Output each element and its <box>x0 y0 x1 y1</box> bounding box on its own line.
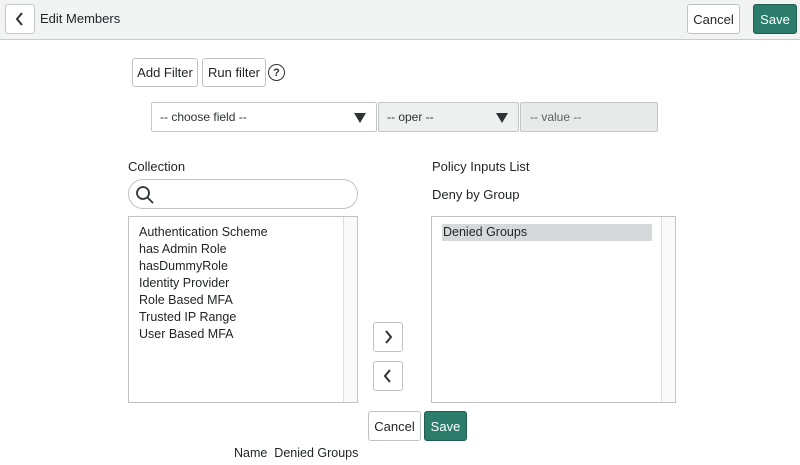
choose-field-select[interactable]: -- choose field -- <box>151 102 377 132</box>
name-field: Name Denied Groups <box>234 446 358 460</box>
value-input[interactable]: -- value -- <box>520 102 658 132</box>
operator-value: -- oper -- <box>387 110 434 124</box>
collection-list-item[interactable]: User Based MFA <box>129 326 357 343</box>
dropdown-arrow-icon <box>354 113 366 123</box>
header-cancel-button[interactable]: Cancel <box>687 4 740 34</box>
search-icon <box>136 186 154 204</box>
collection-list-item[interactable]: Trusted IP Range <box>129 309 357 326</box>
chevron-left-icon <box>15 12 23 26</box>
deny-by-group-label: Deny by Group <box>432 187 520 202</box>
collection-list-item[interactable]: hasDummyRole <box>129 258 357 275</box>
value-placeholder: -- value -- <box>530 110 582 124</box>
save-button[interactable]: Save <box>424 411 467 441</box>
chevron-right-icon <box>385 330 393 344</box>
collection-search-input[interactable] <box>128 179 358 209</box>
collection-heading: Collection <box>128 159 186 174</box>
name-value: Denied Groups <box>274 446 359 460</box>
add-filter-button[interactable]: Add Filter <box>132 58 198 87</box>
policy-list-item[interactable]: Denied Groups <box>442 224 652 241</box>
remove-from-list-button[interactable] <box>373 361 403 391</box>
name-label: Name <box>234 446 268 460</box>
run-filter-button[interactable]: Run filter <box>202 58 266 87</box>
collection-list-item[interactable]: Role Based MFA <box>129 292 357 309</box>
header-bar: Edit Members Cancel Save <box>0 0 800 40</box>
policy-listbox[interactable]: Denied Groups <box>431 216 676 403</box>
choose-field-value: -- choose field -- <box>160 110 247 124</box>
collection-scrollbar[interactable] <box>343 217 357 402</box>
policy-inputs-heading: Policy Inputs List <box>432 159 530 174</box>
header-save-button[interactable]: Save <box>753 4 797 34</box>
policy-scrollbar[interactable] <box>661 217 675 402</box>
dropdown-arrow-icon <box>496 113 508 123</box>
chevron-left-icon <box>383 369 391 383</box>
page-title: Edit Members <box>40 11 121 26</box>
add-to-list-button[interactable] <box>373 322 403 352</box>
collection-list-item[interactable]: Identity Provider <box>129 275 357 292</box>
collection-list-item[interactable]: has Admin Role <box>129 241 357 258</box>
collection-list-item[interactable]: Authentication Scheme <box>129 224 357 241</box>
collection-listbox[interactable]: Authentication Scheme has Admin Role hasDu… <box>128 216 358 403</box>
cancel-button[interactable]: Cancel <box>368 411 421 441</box>
operator-select[interactable]: -- oper -- <box>378 102 519 132</box>
question-circle-icon[interactable]: ? <box>268 64 285 81</box>
back-button[interactable] <box>5 4 35 34</box>
